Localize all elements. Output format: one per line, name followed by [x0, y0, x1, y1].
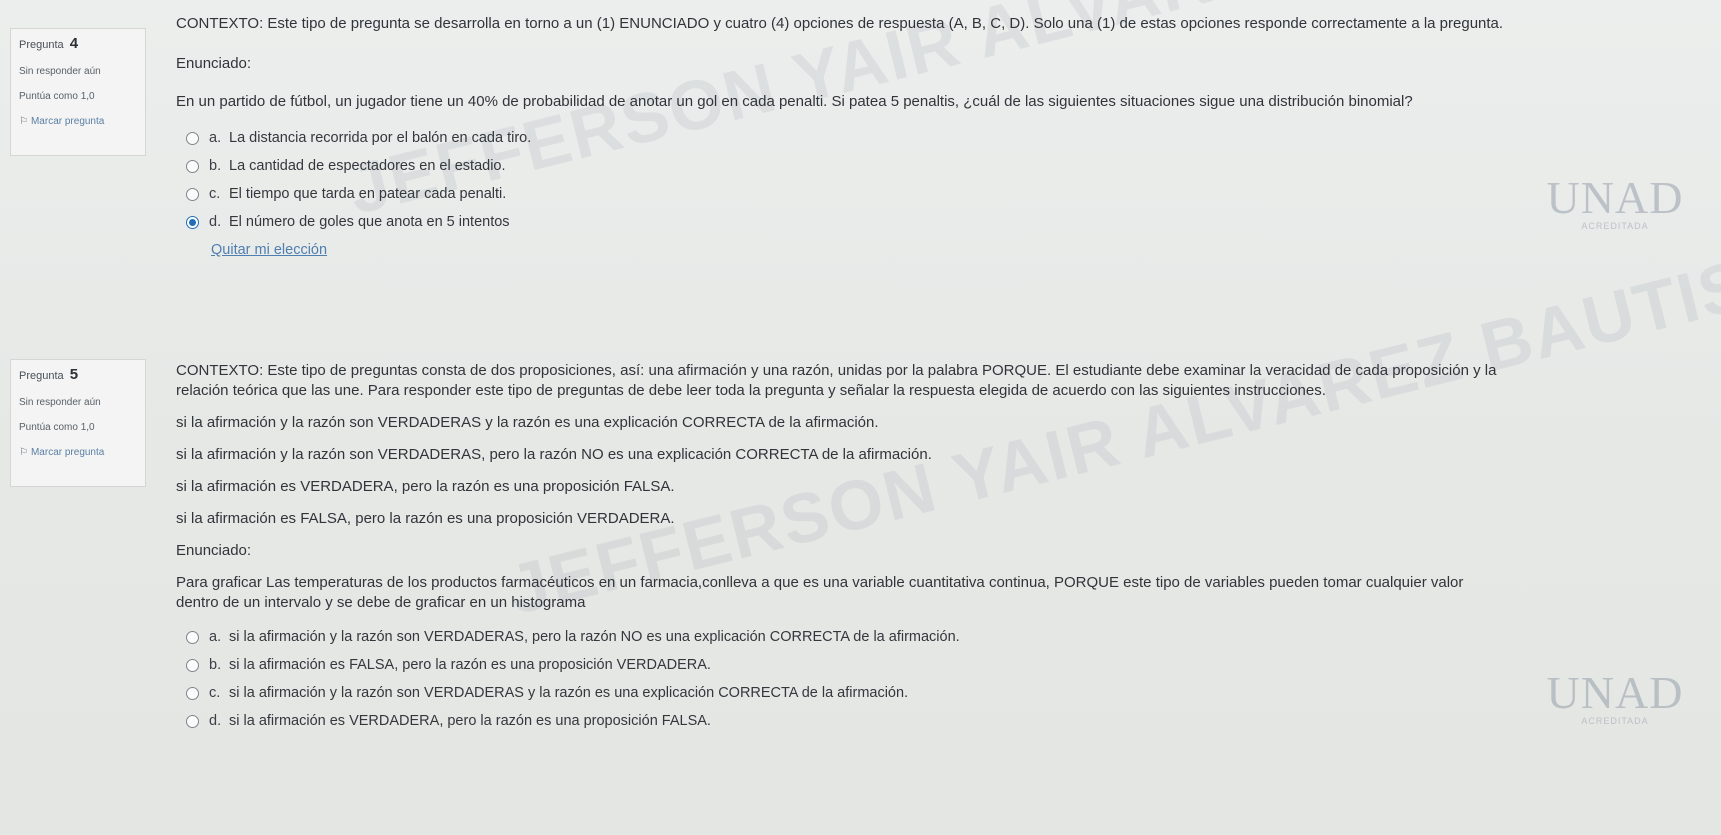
flag-question-label: Marcar pregunta: [30, 447, 105, 458]
option-d[interactable]: d. si la afirmación es VERDADERA, pero l…: [186, 707, 1691, 735]
instruction-4: si la afirmación es FALSA, pero la razón…: [176, 510, 675, 527]
question-number: Pregunta 4: [19, 35, 137, 52]
question-text-line-1: Para graficar Las temperaturas de los pr…: [176, 574, 1464, 591]
answer-options: a. La distancia recorrida por el balón e…: [186, 124, 1691, 236]
question-content: CONTEXTO: Este tipo de pregunta se desar…: [176, 14, 1691, 259]
instruction-1: si la afirmación y la razón son VERDADER…: [176, 414, 879, 431]
enunciado-label: Enunciado:: [176, 55, 252, 72]
flag-icon: ⚐: [19, 447, 28, 458]
option-letter: c.: [209, 685, 221, 701]
question-number-value: 4: [69, 35, 79, 52]
question-status: Sin responder aún: [19, 66, 101, 77]
option-text: si la afirmación es FALSA, pero la razón…: [229, 657, 711, 673]
option-letter: d.: [209, 214, 222, 230]
radio-button[interactable]: [186, 159, 199, 173]
remove-choice-link[interactable]: Quitar mi elección: [211, 242, 327, 258]
radio-button[interactable]: [186, 630, 199, 644]
instruction-2: si la afirmación y la razón son VERDADER…: [176, 446, 932, 463]
option-letter: a.: [209, 130, 222, 146]
question-context-line-1: CONTEXTO: Este tipo de preguntas consta …: [176, 362, 1497, 379]
question-number: Pregunta 5: [19, 366, 137, 383]
question-info-box: Pregunta 4 Sin responder aún Puntúa como…: [10, 28, 146, 156]
question-text-line-2: dentro de un intervalo y se debe de graf…: [176, 594, 586, 611]
question-info-box: Pregunta 5 Sin responder aún Puntúa como…: [10, 359, 146, 487]
question-5: Pregunta 5 Sin responder aún Puntúa como…: [0, 355, 1721, 835]
option-a[interactable]: a. si la afirmación y la razón son VERDA…: [186, 623, 1691, 651]
radio-button[interactable]: [186, 658, 199, 672]
radio-button[interactable]: [186, 686, 199, 700]
option-letter: b.: [209, 158, 222, 174]
question-number-value: 5: [69, 366, 79, 383]
question-context: CONTEXTO: Este tipo de pregunta se desar…: [176, 15, 1504, 32]
option-b[interactable]: b. si la afirmación es FALSA, pero la ra…: [186, 651, 1691, 679]
option-c[interactable]: c. El tiempo que tarda en patear cada pe…: [186, 180, 1691, 208]
question-score: Puntúa como 1,0: [19, 91, 95, 102]
question-context-line-2: relación teórica que las une. Para respo…: [176, 382, 1326, 399]
option-text: si la afirmación y la razón son VERDADER…: [229, 685, 909, 701]
option-letter: c.: [209, 186, 221, 202]
flag-question-link[interactable]: ⚐ Marcar pregunta: [19, 447, 137, 458]
radio-button-selected[interactable]: [186, 215, 199, 229]
question-text: En un partido de fútbol, un jugador tien…: [176, 93, 1413, 110]
radio-button[interactable]: [186, 131, 199, 145]
question-4: Pregunta 4 Sin responder aún Puntúa como…: [0, 0, 1721, 340]
option-text: si la afirmación y la razón son VERDADER…: [229, 629, 960, 645]
radio-button[interactable]: [186, 714, 199, 728]
question-score: Puntúa como 1,0: [19, 422, 95, 433]
instruction-3: si la afirmación es VERDADERA, pero la r…: [176, 478, 675, 495]
question-status: Sin responder aún: [19, 397, 101, 408]
option-text: La distancia recorrida por el balón en c…: [229, 130, 532, 146]
option-text: La cantidad de espectadores en el estadi…: [229, 158, 506, 174]
option-d[interactable]: d. El número de goles que anota en 5 int…: [186, 208, 1691, 236]
flag-question-label: Marcar pregunta: [30, 116, 105, 127]
option-letter: a.: [209, 629, 222, 645]
enunciado-label: Enunciado:: [176, 542, 252, 559]
option-text: si la afirmación es VERDADERA, pero la r…: [229, 713, 711, 729]
question-label: Pregunta: [19, 370, 64, 382]
option-letter: b.: [209, 657, 222, 673]
flag-question-link[interactable]: ⚐ Marcar pregunta: [19, 116, 137, 127]
option-a[interactable]: a. La distancia recorrida por el balón e…: [186, 124, 1691, 152]
quiz-page: JEFFERSON YAIR ALVAREZ BAUTISTA JEFFERSO…: [0, 0, 1721, 835]
question-label: Pregunta: [19, 39, 64, 51]
radio-button[interactable]: [186, 187, 199, 201]
answer-options: a. si la afirmación y la razón son VERDA…: [186, 623, 1691, 735]
option-text: El número de goles que anota en 5 intent…: [229, 214, 510, 230]
option-text: El tiempo que tarda en patear cada penal…: [229, 186, 507, 202]
option-b[interactable]: b. La cantidad de espectadores en el est…: [186, 152, 1691, 180]
flag-icon: ⚐: [19, 116, 28, 127]
option-letter: d.: [209, 713, 222, 729]
question-content: CONTEXTO: Este tipo de preguntas consta …: [176, 361, 1691, 735]
option-c[interactable]: c. si la afirmación y la razón son VERDA…: [186, 679, 1691, 707]
